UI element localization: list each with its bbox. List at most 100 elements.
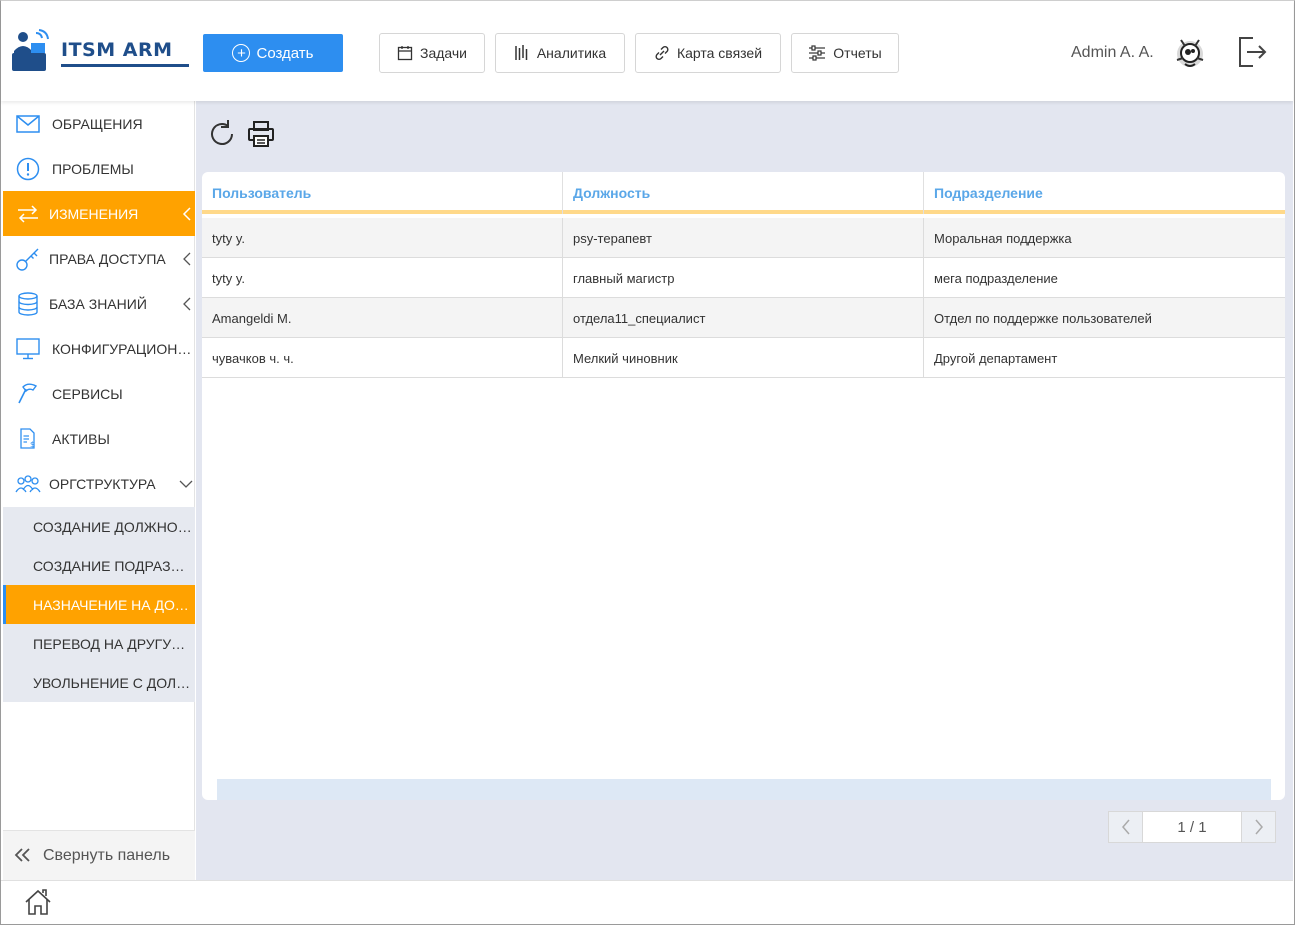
org-structure-submenu: СОЗДАНИЕ ДОЛЖНОСТИ СОЗДАНИЕ ПОДРАЗДЕЛЕНИ…	[3, 507, 195, 702]
column-header-department[interactable]: Подразделение	[924, 172, 1285, 214]
logout-icon[interactable]	[1237, 36, 1267, 68]
sidebar-item-services[interactable]: СЕРВИСЫ	[3, 371, 195, 416]
sidebar-item-access-rights[interactable]: ПРАВА ДОСТУПА	[3, 236, 195, 281]
exclamation-icon	[15, 156, 41, 182]
chevron-left-icon	[182, 206, 191, 221]
collapse-panel-label: Свернуть панель	[43, 847, 171, 864]
nav-tasks-label: Задачи	[419, 45, 467, 61]
submenu-item-transfer-position[interactable]: ПЕРЕВОД НА ДРУГУЮ ДОЛЖНОСТЬ	[3, 624, 195, 663]
sidebar-item-configuration-items[interactable]: КОНФИГУРАЦИОННЫЕ ЕДИНИЦЫ	[3, 326, 195, 371]
table-row[interactable]: tyty y. psy-терапевт Моральная поддержка	[202, 218, 1285, 258]
submenu-item-dismissal[interactable]: УВОЛЬНЕНИЕ С ДОЛЖНОСТИ	[3, 663, 195, 702]
submenu-item-assign-position[interactable]: НАЗНАЧЕНИЕ НА ДОЛЖНОСТЬ	[3, 585, 195, 624]
cell-department: Моральная поддержка	[934, 230, 1072, 246]
submenu-item-label: ПЕРЕВОД НА ДРУГУЮ ДОЛЖНОСТЬ	[33, 635, 193, 652]
table-row[interactable]: чувачков ч. ч. Мелкий чиновник Другой де…	[202, 338, 1285, 378]
sidebar-item-label: СЕРВИСЫ	[52, 385, 123, 402]
collapse-panel-button[interactable]: Свернуть панель	[3, 830, 195, 880]
chevron-down-icon	[179, 480, 193, 488]
column-header-user[interactable]: Пользователь	[202, 172, 563, 214]
sidebar-item-label: КОНФИГУРАЦИОННЫЕ ЕДИНИЦЫ	[52, 340, 194, 357]
nav-links-map-label: Карта связей	[676, 45, 763, 61]
submenu-item-create-position[interactable]: СОЗДАНИЕ ДОЛЖНОСТИ	[3, 507, 195, 546]
sidebar-item-knowledge-base[interactable]: БАЗА ЗНАНИЙ	[3, 281, 195, 326]
sidebar-item-changes[interactable]: ИЗМЕНЕНИЯ	[3, 191, 195, 236]
cell-user: Amangeldi M.	[202, 298, 563, 338]
chevron-left-icon	[183, 297, 191, 310]
create-button[interactable]: + Создать	[203, 34, 343, 72]
nav-tasks-button[interactable]: Задачи	[379, 33, 485, 73]
logo-underline	[61, 64, 189, 67]
sidebar: ОБРАЩЕНИЯ ПРОБЛЕМЫ ИЗМЕНЕНИЯ ПРАВА ДОСТУ…	[3, 101, 195, 880]
submenu-item-create-department[interactable]: СОЗДАНИЕ ПОДРАЗДЕЛЕНИЯ	[3, 546, 195, 585]
footer-bar	[1, 880, 1293, 923]
logo-person-icon	[12, 29, 49, 71]
nav-reports-button[interactable]: Отчеты	[791, 33, 899, 73]
nav-reports-label: Отчеты	[833, 45, 882, 61]
nav-links-map-button[interactable]: Карта связей	[635, 33, 781, 73]
sidebar-item-assets[interactable]: $ АКТИВЫ	[3, 416, 195, 461]
nav-analytics-label: Аналитика	[536, 45, 607, 61]
cell-department: Отдел по поддержке пользователей	[934, 310, 1152, 326]
cell-position: psy-терапевт	[563, 218, 924, 258]
table-row[interactable]: tyty y. главный магистр мега подразделен…	[202, 258, 1285, 298]
sidebar-item-problems[interactable]: ПРОБЛЕМЫ	[3, 146, 195, 191]
nav-analytics-button[interactable]: Аналитика	[495, 33, 625, 73]
cell-user: чувачков ч. ч.	[202, 338, 563, 378]
svg-text:$: $	[30, 440, 35, 449]
table-header: Пользователь Должность Подразделение	[202, 172, 1285, 214]
people-icon	[15, 471, 41, 497]
calendar-icon	[397, 46, 413, 61]
chevron-right-icon	[1254, 819, 1263, 835]
cell-department: мега подразделение	[934, 270, 1058, 286]
page-indicator[interactable]: 1 / 1	[1143, 812, 1241, 842]
app-logo[interactable]: ITSM ARM	[9, 29, 191, 77]
cell-user: tyty y.	[202, 258, 563, 298]
cell-position: отдела11_специалист	[563, 298, 924, 338]
monitor-icon	[15, 336, 41, 362]
double-chevron-left-icon	[14, 848, 30, 862]
home-icon[interactable]	[23, 887, 53, 917]
create-button-label: Создать	[256, 44, 314, 62]
sidebar-item-label: ПРОБЛЕМЫ	[52, 160, 134, 177]
analytics-icon	[515, 45, 528, 60]
horizontal-scrollbar[interactable]	[217, 779, 1271, 800]
sidebar-item-org-structure[interactable]: ОРГСТРУКТУРА	[3, 461, 195, 506]
sidebar-item-label: ПРАВА ДОСТУПА	[49, 250, 166, 267]
submenu-item-label: УВОЛЬНЕНИЕ С ДОЛЖНОСТИ	[33, 674, 193, 691]
sidebar-item-label: ОРГСТРУКТУРА	[49, 475, 156, 492]
database-icon	[15, 291, 41, 317]
column-header-position[interactable]: Должность	[563, 172, 924, 214]
sidebar-item-requests[interactable]: ОБРАЩЕНИЯ	[3, 101, 195, 146]
cell-department: Другой департамент	[934, 350, 1058, 366]
print-icon[interactable]	[246, 119, 276, 149]
link-icon	[655, 45, 669, 61]
prev-page-button[interactable]	[1109, 812, 1143, 842]
data-table: Пользователь Должность Подразделение tyt…	[202, 172, 1285, 800]
chevron-left-icon	[1121, 819, 1130, 835]
hammer-icon	[15, 381, 41, 407]
key-icon	[15, 246, 41, 272]
next-page-button[interactable]	[1241, 812, 1275, 842]
user-name[interactable]: Admin A. A.	[1071, 44, 1154, 62]
table-row[interactable]: Amangeldi M. отдела11_специалист Отдел п…	[202, 298, 1285, 338]
cell-position: Мелкий чиновник	[563, 338, 924, 378]
main-content: Пользователь Должность Подразделение tyt…	[196, 101, 1293, 880]
sidebar-item-label: АКТИВЫ	[52, 430, 110, 447]
plus-circle-icon: +	[232, 44, 251, 62]
sliders-icon	[809, 45, 826, 61]
submenu-item-label: СОЗДАНИЕ ДОЛЖНОСТИ	[33, 518, 193, 535]
sidebar-item-label: ИЗМЕНЕНИЯ	[49, 205, 139, 222]
pagination: 1 / 1	[1108, 811, 1276, 843]
avatar[interactable]	[1171, 34, 1209, 72]
top-header: ITSM ARM + Создать Задачи Аналитика Карт…	[1, 1, 1293, 101]
arrows-icon	[15, 201, 41, 227]
envelope-icon	[15, 111, 41, 137]
sidebar-item-label: ОБРАЩЕНИЯ	[52, 115, 143, 132]
cell-position: главный магистр	[563, 258, 924, 298]
chevron-left-icon	[183, 252, 191, 265]
invoice-icon: $	[15, 426, 41, 452]
sidebar-item-label: БАЗА ЗНАНИЙ	[49, 295, 147, 312]
logo-text: ITSM ARM	[61, 39, 173, 61]
refresh-icon[interactable]	[208, 119, 238, 149]
